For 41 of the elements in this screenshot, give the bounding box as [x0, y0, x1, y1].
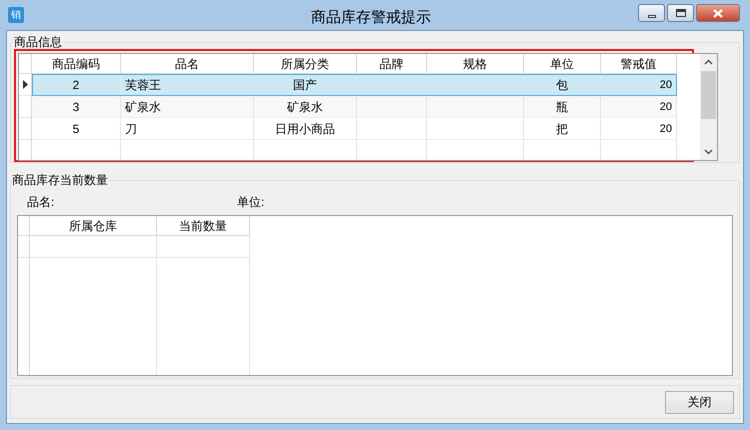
group-title: 商品信息 — [13, 34, 63, 51]
column-header[interactable]: 单位 — [524, 54, 601, 73]
column-header[interactable]: 所属分类 — [254, 54, 357, 73]
close-icon — [713, 8, 723, 18]
table-cell: 20 — [660, 101, 672, 113]
name-label: 品名: — [27, 194, 56, 211]
table-cell: 20 — [660, 123, 672, 135]
table-cell: 20 — [660, 79, 672, 91]
minimize-button[interactable] — [638, 4, 665, 22]
table-cell: 把 — [556, 122, 568, 136]
close-button[interactable] — [696, 4, 740, 22]
column-header[interactable]: 品牌 — [357, 54, 427, 73]
column-header[interactable]: 商品编码 — [32, 54, 121, 73]
column-header[interactable]: 品名 — [121, 54, 254, 73]
table-cell: 3 — [72, 100, 80, 114]
table-cell: 2 — [72, 78, 80, 92]
group-title: 商品库存当前数量 — [11, 172, 109, 189]
close-dialog-button[interactable]: 关闭 — [665, 390, 734, 414]
table-cell: 芙蓉王 — [125, 78, 161, 92]
window-title: 商品库存警戒提示 — [311, 8, 431, 28]
unit-label: 单位: — [237, 194, 264, 211]
column-header[interactable]: 警戒值 — [601, 54, 677, 73]
table-row[interactable]: 3 矿泉水 矿泉水 瓶 20 — [32, 96, 677, 118]
column-header[interactable]: 规格 — [427, 54, 524, 73]
table-cell: 矿泉水 — [125, 100, 161, 114]
maximize-icon — [676, 9, 686, 17]
column-header[interactable]: 所属仓库 — [30, 216, 157, 235]
table-cell: 矿泉水 — [287, 100, 323, 114]
scrollbar-thumb[interactable] — [701, 71, 716, 119]
table-cell: 5 — [72, 122, 80, 136]
maximize-button[interactable] — [667, 4, 694, 22]
table-cell: 包 — [556, 78, 568, 92]
table-cell: 瓶 — [556, 100, 568, 114]
table-cell: 日用小商品 — [275, 122, 335, 136]
table-cell: 国产 — [293, 78, 317, 92]
minimize-icon — [648, 14, 656, 18]
column-header[interactable]: 当前数量 — [157, 216, 250, 235]
table-row[interactable]: 5 刀 日用小商品 把 20 — [32, 118, 677, 140]
table-cell: 刀 — [125, 122, 137, 136]
table-row[interactable]: 2 芙蓉王 国产 包 20 — [32, 74, 677, 96]
app-icon: 销 — [8, 7, 24, 23]
